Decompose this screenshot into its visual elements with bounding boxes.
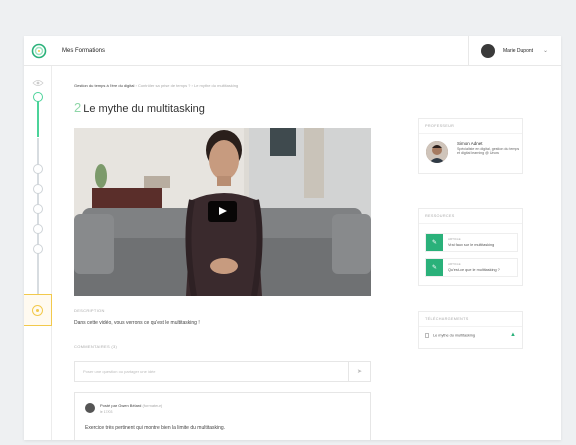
video-player[interactable] (74, 128, 371, 296)
comment-text: Exercice très pertinent qui montre bien … (85, 425, 226, 431)
user-menu[interactable]: Marie Dupont ⌄ (468, 35, 561, 66)
step-node[interactable] (33, 204, 43, 214)
resource-item[interactable]: ✎ ARTICLE Vrai faux sur le multitasking (425, 233, 518, 252)
comment-placeholder: Poser une question ou partager une idée (83, 369, 156, 374)
download-item[interactable]: Le mythe du multitasking ▲ (425, 332, 518, 338)
play-icon (219, 207, 227, 215)
breadcrumb-course[interactable]: Gestion du temps à l'ère du digital (74, 83, 134, 88)
professor-name: Simon Adnet (457, 141, 483, 146)
send-comment-button[interactable]: ➤ (348, 362, 370, 381)
file-icon (425, 333, 429, 338)
resource-category: ARTICLE (448, 237, 461, 241)
quiz-step[interactable] (24, 294, 52, 326)
step-node[interactable] (33, 164, 43, 174)
step-node[interactable] (33, 244, 43, 254)
download-icon[interactable]: ▲ (510, 332, 516, 338)
comment-author: Posté par Gwen Bélard (formateur) (100, 403, 163, 408)
comment-input[interactable]: Poser une question ou partager une idée … (74, 361, 371, 382)
comments-label: COMMENTAIRES (3) (74, 344, 118, 349)
chevron-down-icon: ⌄ (543, 48, 549, 54)
app-window: Mes Formations Marie Dupont ⌄ Gestion du… (24, 35, 561, 440)
description-label: DESCRIPTION (74, 308, 105, 313)
progress-line-done (37, 99, 39, 137)
downloads-card: TÉLÉCHARGEMENTS Le mythe du multitasking… (418, 311, 523, 349)
resources-card: RESSOURCES ✎ ARTICLE Vrai faux sur le mu… (418, 208, 523, 286)
eye-icon[interactable] (32, 74, 44, 92)
breadcrumb-module[interactable]: Contrôler sa prise de temps ? (138, 83, 190, 88)
download-label: Le mythe du multitasking (433, 333, 475, 338)
app-title: Mes Formations (62, 47, 106, 54)
send-icon: ➤ (356, 369, 363, 375)
lesson-title: Le mythe du multitasking (83, 103, 205, 115)
professor-card: PROFESSEUR Simon Adnet Spécialiste en di… (418, 118, 523, 174)
play-button[interactable] (208, 201, 237, 222)
avatar (426, 141, 448, 163)
step-node-current[interactable] (33, 92, 43, 102)
professor-label: PROFESSEUR (419, 119, 522, 134)
quiz-icon (32, 305, 43, 316)
resource-item[interactable]: ✎ ARTICLE Qu'est-ce que le multitasking … (425, 258, 518, 277)
description-text: Dans cette vidéo, vous verrons ce qu'est… (74, 320, 200, 326)
link-icon: ✎ (426, 234, 443, 251)
top-bar: Mes Formations Marie Dupont ⌄ (24, 35, 561, 66)
resource-label: Vrai faux sur le multitasking (448, 243, 495, 247)
page-title: 2 Le mythe du multitasking (74, 100, 205, 115)
professor-bio: Spécialiste en digital, gestion du temps… (457, 147, 520, 156)
avatar (481, 43, 495, 58)
user-name: Marie Dupont (503, 47, 534, 54)
progress-rail (24, 66, 52, 440)
avatar (85, 403, 95, 413)
resource-category: ARTICLE (448, 262, 461, 266)
resource-label: Qu'est-ce que le multitasking ? (448, 268, 500, 272)
downloads-label: TÉLÉCHARGEMENTS (419, 312, 522, 327)
resources-label: RESSOURCES (419, 209, 522, 224)
logo-icon[interactable] (24, 36, 54, 66)
step-node[interactable] (33, 224, 43, 234)
breadcrumb-lesson: Le mythe du multitasking (193, 83, 239, 88)
lesson-number: 2 (74, 100, 82, 115)
link-icon: ✎ (426, 259, 443, 276)
comment-date: le 17/03 (100, 410, 113, 414)
comment-role: (formateur) (142, 403, 163, 408)
comment-item: Posté par Gwen Bélard (formateur) le 17/… (74, 392, 371, 440)
step-node[interactable] (33, 184, 43, 194)
breadcrumb: Gestion du temps à l'ère du digital › Co… (74, 83, 239, 88)
